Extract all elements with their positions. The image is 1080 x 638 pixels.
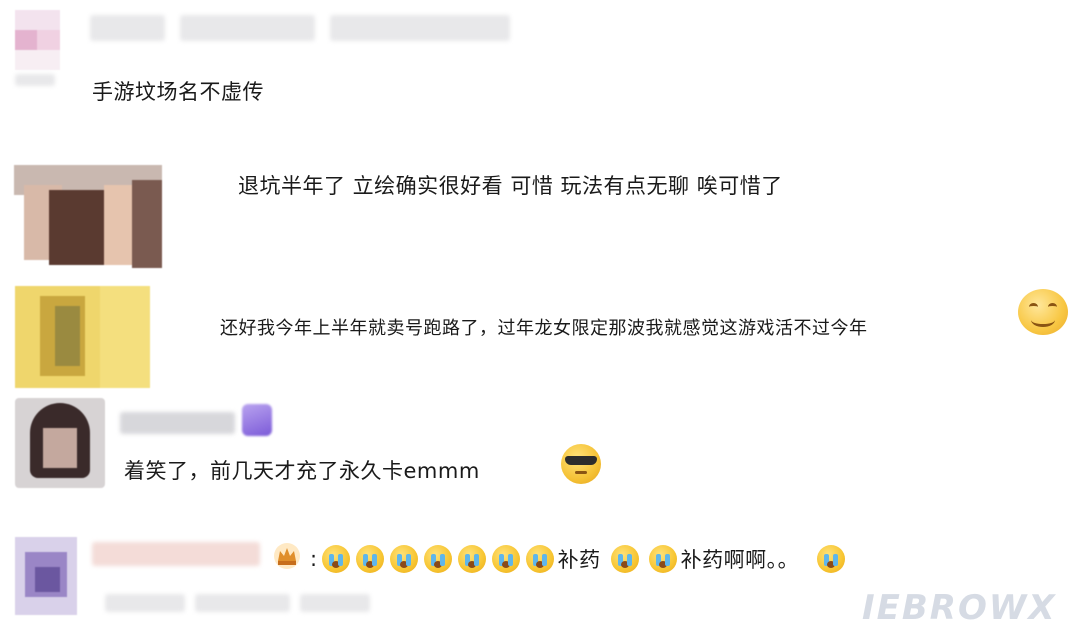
cry-emoji-icon (355, 545, 384, 573)
username-blurred (180, 15, 315, 41)
site-watermark: IEBROWX (862, 588, 1057, 628)
cry-emoji-icon (457, 545, 486, 573)
cry-emoji-icon (817, 545, 846, 573)
avatar[interactable] (15, 286, 150, 388)
avatar[interactable] (15, 537, 77, 615)
comment-text: 退坑半年了 立绘确实很好看 可惜 玩法有点无聊 唉可惜了 (238, 174, 783, 198)
username-blurred (92, 542, 260, 566)
comment-text-segment: 补药 (557, 548, 601, 572)
comment-text: 手游坟场名不虚传 (92, 80, 264, 104)
comment-text: 着笑了，前几天才充了永久卡emmm (124, 459, 480, 483)
comment-text: 还好我今年上半年就卖号跑路了，过年龙女限定那波我就感觉这游戏活不过今年 (220, 318, 868, 339)
cry-emoji-icon (321, 545, 350, 573)
avatar[interactable] (15, 10, 60, 70)
comment-emoji-line: : 补药 补药啊啊。。 (310, 544, 847, 574)
username-blurred (90, 15, 165, 41)
meta-blurred (195, 594, 290, 612)
avatar[interactable] (14, 165, 162, 268)
meta-blurred (300, 594, 370, 612)
cool-sunglasses-emoji-icon (561, 444, 601, 484)
avatar[interactable] (15, 398, 105, 488)
smile-emoji-icon (1018, 289, 1068, 335)
username-blurred (330, 15, 510, 41)
vip-badge-icon (242, 404, 272, 436)
cry-emoji-icon (610, 545, 639, 573)
meta-blurred (15, 74, 55, 86)
meta-blurred (105, 594, 185, 612)
cry-emoji-icon (491, 545, 520, 573)
username-blurred (120, 412, 235, 434)
cry-emoji-icon (423, 545, 452, 573)
cry-emoji-icon (525, 545, 554, 573)
comment-text-segment: 补药啊啊。。 (680, 548, 800, 572)
colon-text: : (310, 547, 318, 571)
cry-emoji-icon (389, 545, 418, 573)
crown-badge-icon (274, 543, 300, 569)
cry-emoji-icon (648, 545, 677, 573)
